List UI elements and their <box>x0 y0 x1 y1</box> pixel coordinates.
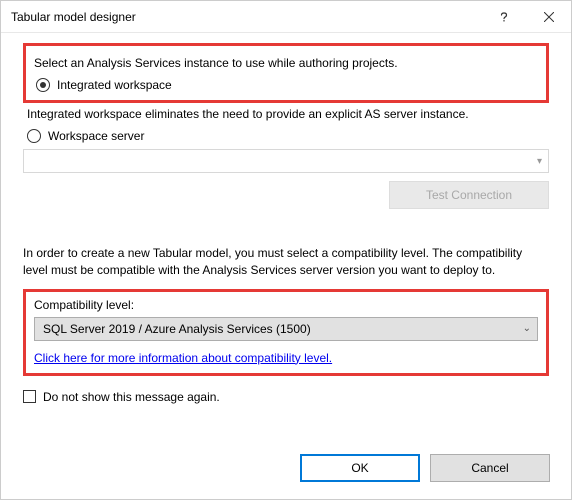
help-button[interactable] <box>481 1 526 33</box>
test-connection-row: Test Connection <box>23 181 549 209</box>
radio-icon <box>36 78 50 92</box>
compatibility-dropdown[interactable]: SQL Server 2019 / Azure Analysis Service… <box>34 317 538 341</box>
test-connection-button: Test Connection <box>389 181 549 209</box>
radio-label: Workspace server <box>48 129 144 143</box>
instruction-text: Select an Analysis Services instance to … <box>34 56 538 70</box>
highlight-box-workspace: Select an Analysis Services instance to … <box>23 43 549 103</box>
checkbox-label: Do not show this message again. <box>43 390 220 404</box>
ok-button[interactable]: OK <box>300 454 420 482</box>
titlebar: Tabular model designer <box>1 1 571 33</box>
radio-integrated-workspace[interactable]: Integrated workspace <box>36 78 538 92</box>
chevron-down-icon: ▾ <box>537 156 542 167</box>
compatibility-label: Compatibility level: <box>34 298 538 312</box>
button-label: Test Connection <box>426 188 512 202</box>
integrated-description: Integrated workspace eliminates the need… <box>27 107 549 121</box>
cancel-button[interactable]: Cancel <box>430 454 550 482</box>
dialog-footer: OK Cancel <box>300 454 550 482</box>
help-icon <box>499 12 509 22</box>
compatibility-info-link[interactable]: Click here for more information about co… <box>34 351 332 365</box>
window-title: Tabular model designer <box>11 10 481 24</box>
close-icon <box>544 12 554 22</box>
dialog-content: Select an Analysis Services instance to … <box>1 33 571 404</box>
highlight-box-compatibility: Compatibility level: SQL Server 2019 / A… <box>23 289 549 376</box>
workspace-server-input[interactable]: ▾ <box>23 149 549 173</box>
compatibility-description: In order to create a new Tabular model, … <box>23 245 549 279</box>
radio-label: Integrated workspace <box>57 78 172 92</box>
radio-icon <box>27 129 41 143</box>
close-button[interactable] <box>526 1 571 33</box>
radio-workspace-server[interactable]: Workspace server <box>27 129 549 143</box>
button-label: OK <box>351 461 368 475</box>
dropdown-value: SQL Server 2019 / Azure Analysis Service… <box>43 322 523 336</box>
do-not-show-checkbox[interactable]: Do not show this message again. <box>23 390 549 404</box>
chevron-down-icon: ⌄ <box>523 323 531 334</box>
button-label: Cancel <box>471 461 508 475</box>
checkbox-icon <box>23 390 36 403</box>
